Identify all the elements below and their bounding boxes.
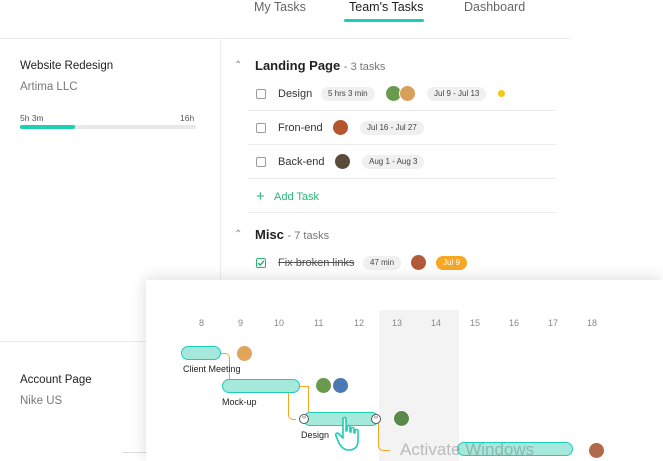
progress-fill: [20, 125, 75, 129]
avatar[interactable]: [332, 377, 349, 394]
avatar[interactable]: [236, 345, 253, 362]
row-divider: [248, 178, 556, 179]
task-checkbox-checked[interactable]: [256, 258, 266, 268]
dependency-connector: [378, 419, 390, 451]
gantt-bar-label: Design: [301, 430, 330, 440]
check-icon: [257, 260, 265, 267]
gantt-timeline: 8 9 10 11 12 13 14 15 16 17 18 Client Me…: [146, 280, 663, 461]
gantt-bar-label: Mock-up: [222, 397, 257, 407]
tab-my-tasks[interactable]: My Tasks: [254, 0, 306, 14]
section-name: Misc: [255, 227, 284, 242]
avatar[interactable]: [393, 410, 410, 427]
section-title-misc: Misc - 7 tasks: [255, 227, 329, 242]
row-divider: [248, 144, 556, 145]
panel-divider: [220, 38, 221, 280]
project-divider: [0, 341, 146, 342]
avatar[interactable]: [315, 377, 332, 394]
plus-icon: +: [256, 188, 265, 205]
day-label: 17: [548, 318, 559, 328]
project-client: Artima LLC: [20, 81, 78, 93]
task-checkbox[interactable]: [256, 157, 266, 167]
resize-handle-left[interactable]: ‹›: [299, 414, 309, 424]
date-badge: Jul 9 - Jul 13: [427, 87, 487, 101]
day-label: 9: [238, 318, 244, 328]
task-name[interactable]: Fix broken links: [278, 257, 354, 269]
task-name[interactable]: Design: [278, 88, 312, 100]
status-dot: [498, 90, 505, 97]
day-label: 8: [199, 318, 205, 328]
day-label: 14: [431, 318, 442, 328]
add-task-label: Add Task: [274, 191, 320, 203]
tab-teams-tasks[interactable]: Team's Tasks: [349, 0, 423, 14]
section-name: Landing Page: [255, 58, 341, 73]
project-title: Website Redesign: [20, 60, 114, 72]
day-label: 16: [509, 318, 520, 328]
avatar[interactable]: [334, 153, 351, 170]
avatar[interactable]: [332, 119, 349, 136]
collapse-chevron-icon[interactable]: ⌃: [234, 60, 242, 71]
time-badge: 47 min: [363, 256, 402, 270]
top-nav: My Tasks Team's Tasks Dashboard: [0, 0, 663, 22]
avatar[interactable]: [399, 85, 416, 102]
task-checkbox[interactable]: [256, 123, 266, 133]
day-label: 11: [314, 318, 324, 328]
header-divider: [0, 38, 570, 39]
weekend-shade: [379, 310, 459, 461]
date-badge: Jul 16 - Jul 27: [360, 121, 424, 135]
resize-handle-right[interactable]: ‹›: [371, 414, 381, 424]
project-title: Account Page: [20, 374, 92, 386]
tab-dashboard[interactable]: Dashboard: [464, 0, 525, 14]
avatar[interactable]: [588, 442, 605, 459]
time-badge: 5 hrs 3 min: [321, 87, 375, 101]
day-label: 12: [354, 318, 365, 328]
day-label: 13: [392, 318, 403, 328]
section-count: - 7 tasks: [287, 230, 330, 242]
gantt-bar-label: Client Meeting: [183, 364, 241, 374]
task-name[interactable]: Fron-end: [278, 122, 323, 134]
date-badge: Aug 1 - Aug 3: [362, 155, 425, 169]
gantt-bar-mock-up[interactable]: [222, 379, 300, 393]
project-client: Nike US: [20, 395, 63, 407]
day-label: 18: [587, 318, 598, 328]
total-time: 16h: [180, 113, 195, 123]
os-watermark: Activate Windows: [400, 440, 535, 459]
gantt-bar-client-meeting[interactable]: [181, 346, 221, 360]
active-tab-indicator: [344, 19, 424, 22]
hand-cursor-icon: [334, 416, 359, 451]
task-checkbox[interactable]: [256, 89, 266, 99]
collapse-chevron-icon[interactable]: ⌃: [234, 229, 242, 240]
progress-time: 5h 3m: [20, 113, 44, 123]
date-badge: Jul 9: [436, 256, 467, 270]
row-divider: [248, 110, 556, 111]
app-root: My Tasks Team's Tasks Dashboard Website …: [0, 0, 663, 461]
task-name[interactable]: Back-end: [278, 156, 324, 168]
avatar[interactable]: [410, 254, 427, 271]
row-divider: [248, 212, 556, 213]
section-count: - 3 tasks: [343, 61, 386, 73]
divider-stub: [122, 452, 146, 453]
day-label: 15: [470, 318, 481, 328]
day-label: 10: [274, 318, 285, 328]
section-title-landing-page: Landing Page - 3 tasks: [255, 58, 385, 73]
